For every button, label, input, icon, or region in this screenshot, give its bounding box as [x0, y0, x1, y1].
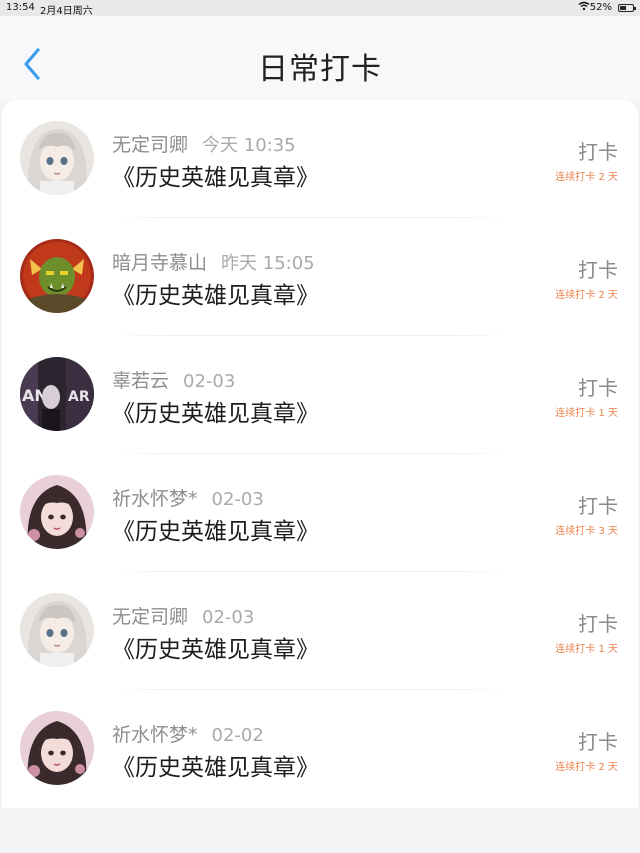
streak-label: 连续打卡 1 天	[555, 408, 618, 419]
user-line: 暗月寺慕山 昨天 15:05	[112, 248, 315, 275]
avatar-image	[20, 239, 94, 313]
avatar-image	[20, 475, 94, 549]
avatar-image: AN AR	[20, 357, 94, 431]
username[interactable]: 祈水怀梦*	[112, 488, 198, 510]
checkin-time: 02-03	[211, 489, 264, 510]
checkin-row: 祈水怀梦* 02-03 《历史英雄见真章》 打卡 连续打卡 3 天	[2, 454, 638, 572]
status-time: 13:54	[6, 2, 35, 13]
status-bar: 13:54 2月4日周六 52%	[0, 0, 640, 17]
username[interactable]: 暗月寺慕山	[112, 252, 207, 274]
avatar[interactable]	[20, 121, 94, 195]
checkin-row: 祈水怀梦* 02-02 《历史英雄见真章》 打卡 连续打卡 2 天	[2, 690, 638, 808]
checkin-row: 暗月寺慕山 昨天 15:05 《历史英雄见真章》 打卡 连续打卡 2 天	[2, 218, 638, 336]
avatar[interactable]	[20, 475, 94, 549]
streak-label: 连续打卡 2 天	[555, 172, 618, 183]
checkin-row: 无定司卿 今天 10:35 《历史英雄见真章》 打卡 连续打卡 2 天	[2, 100, 638, 218]
checkin-button[interactable]: 打卡	[578, 136, 618, 165]
checkin-button[interactable]: 打卡	[578, 726, 618, 755]
book-title[interactable]: 《历史英雄见真章》	[112, 158, 319, 192]
status-date: 2月4日周六	[40, 6, 93, 17]
book-title[interactable]: 《历史英雄见真章》	[112, 630, 319, 664]
avatar[interactable]	[20, 711, 94, 785]
checkin-button[interactable]: 打卡	[578, 490, 618, 519]
book-title[interactable]: 《历史英雄见真章》	[112, 276, 319, 310]
navigation-bar: 日常打卡	[0, 16, 640, 100]
streak-label: 连续打卡 1 天	[555, 644, 618, 655]
user-line: 无定司卿 02-03	[112, 602, 254, 629]
user-line: 无定司卿 今天 10:35	[112, 130, 296, 157]
user-line: 辜若云 02-03	[112, 366, 235, 393]
svg-text:AR: AR	[68, 389, 90, 405]
username[interactable]: 无定司卿	[112, 606, 188, 628]
battery-icon	[618, 4, 636, 12]
user-line: 祈水怀梦* 02-03	[112, 484, 264, 511]
page-title: 日常打卡	[258, 52, 382, 87]
battery-percent: 52%	[589, 2, 612, 13]
checkin-button[interactable]: 打卡	[578, 254, 618, 283]
checkin-button[interactable]: 打卡	[578, 608, 618, 637]
username[interactable]: 辜若云	[112, 370, 169, 392]
checkin-row: AN AR 辜若云 02-03 《历史英雄见真章》 打卡 连续打卡 1 天	[2, 336, 638, 454]
book-title[interactable]: 《历史英雄见真章》	[112, 748, 319, 782]
avatar-image	[20, 711, 94, 785]
checkin-time: 02-02	[211, 725, 264, 746]
avatar[interactable]	[20, 239, 94, 313]
avatar[interactable]	[20, 593, 94, 667]
checkin-time: 02-03	[183, 371, 236, 392]
checkin-time: 02-03	[202, 607, 255, 628]
user-line: 祈水怀梦* 02-02	[112, 720, 264, 747]
book-title[interactable]: 《历史英雄见真章》	[112, 394, 319, 428]
streak-label: 连续打卡 2 天	[555, 290, 618, 301]
checkin-row: 无定司卿 02-03 《历史英雄见真章》 打卡 连续打卡 1 天	[2, 572, 638, 690]
checkin-button[interactable]: 打卡	[578, 372, 618, 401]
username[interactable]: 祈水怀梦*	[112, 724, 198, 746]
book-title[interactable]: 《历史英雄见真章》	[112, 512, 319, 546]
avatar[interactable]: AN AR	[20, 357, 94, 431]
streak-label: 连续打卡 3 天	[555, 526, 618, 537]
username[interactable]: 无定司卿	[112, 134, 188, 156]
wifi-icon	[578, 1, 590, 14]
checkin-list: 无定司卿 今天 10:35 《历史英雄见真章》 打卡 连续打卡 2 天 暗月寺慕山…	[2, 100, 638, 808]
checkin-time: 今天 10:35	[202, 135, 296, 156]
checkin-time: 昨天 15:05	[221, 253, 315, 274]
avatar-image	[20, 121, 94, 195]
avatar-image	[20, 593, 94, 667]
streak-label: 连续打卡 2 天	[555, 762, 618, 773]
